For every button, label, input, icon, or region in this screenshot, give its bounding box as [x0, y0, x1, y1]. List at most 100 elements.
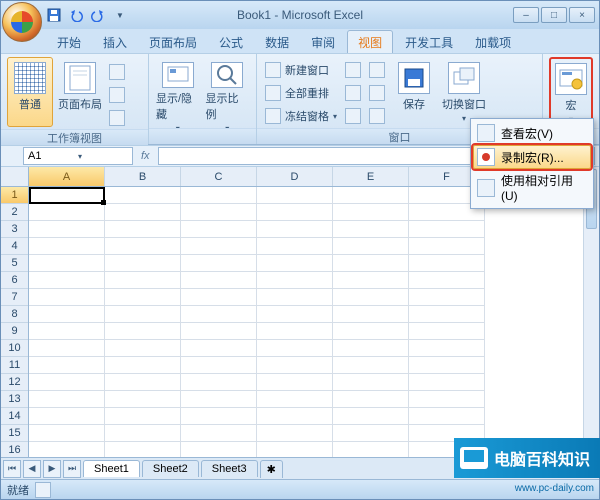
chevron-down-icon: ▾	[462, 114, 466, 123]
tab-pagelayout[interactable]: 页面布局	[139, 31, 207, 53]
tab-review[interactable]: 审阅	[301, 31, 345, 53]
arrange-all-button[interactable]: 全部重排	[263, 82, 339, 104]
close-button[interactable]: ×	[569, 7, 595, 23]
freeze-panes-button[interactable]: 冻结窗格▾	[263, 105, 339, 127]
zoom-icon	[211, 62, 243, 88]
row-header[interactable]: 12	[1, 374, 28, 391]
nav-next-icon[interactable]: ▶	[43, 460, 61, 478]
select-all-corner[interactable]	[1, 167, 28, 187]
sheet-tab[interactable]: Sheet1	[83, 460, 140, 477]
watermark-text: 电脑百科知识	[494, 446, 590, 470]
switch-windows-label: 切换窗口	[442, 96, 486, 112]
normal-view-button[interactable]: 普通	[7, 57, 53, 127]
fx-icon[interactable]: fx	[141, 150, 150, 162]
reset-pos-button[interactable]	[367, 105, 387, 127]
unhide-button[interactable]	[343, 105, 363, 127]
minimize-button[interactable]: –	[513, 7, 539, 23]
view-macros-item[interactable]: 查看宏(V)	[473, 121, 591, 145]
tab-formulas[interactable]: 公式	[209, 31, 253, 53]
sheet-tab[interactable]: Sheet3	[201, 460, 258, 477]
excel-window: ▼ Book1 - Microsoft Excel – □ × 开始 插入 页面…	[0, 0, 600, 500]
tab-home[interactable]: 开始	[47, 31, 91, 53]
group-zoom	[149, 128, 256, 144]
maximize-button[interactable]: □	[541, 7, 567, 23]
office-button[interactable]	[2, 2, 42, 42]
redo-icon[interactable]	[89, 6, 107, 24]
nav-prev-icon[interactable]: ◀	[23, 460, 41, 478]
use-relative-refs-item[interactable]: 使用相对引用(U)	[473, 169, 591, 206]
view-side-button[interactable]	[367, 59, 387, 81]
nav-first-icon[interactable]: ⏮	[3, 460, 21, 478]
fullscreen-button[interactable]	[107, 107, 127, 129]
watermark-icon	[460, 447, 488, 469]
status-bar: 就绪	[1, 479, 599, 499]
showhide-button[interactable]: 显示/隐藏 ▾	[155, 57, 201, 127]
nav-last-icon[interactable]: ⏭	[63, 460, 81, 478]
row-header[interactable]: 5	[1, 255, 28, 272]
row-header[interactable]: 14	[1, 408, 28, 425]
row-header[interactable]: 2	[1, 204, 28, 221]
watermark-url: www.pc-daily.com	[515, 483, 594, 494]
sync-scroll-button[interactable]	[367, 82, 387, 104]
row-header[interactable]: 3	[1, 221, 28, 238]
pagelayout-view-label: 页面布局	[58, 96, 102, 112]
chevron-down-icon: ▾	[78, 152, 128, 161]
name-box[interactable]: A1 ▾	[23, 147, 133, 165]
macro-record-status-icon[interactable]	[35, 482, 51, 498]
record-macro-item[interactable]: 录制宏(R)...	[473, 145, 591, 169]
undo-icon[interactable]	[67, 6, 85, 24]
split-button[interactable]	[343, 59, 363, 81]
hide-icon	[345, 85, 361, 101]
sheet-tab[interactable]: Sheet2	[142, 460, 199, 477]
zoom-label: 显示比例	[206, 90, 250, 122]
name-box-value: A1	[28, 150, 78, 162]
window-title: Book1 - Microsoft Excel	[237, 8, 363, 22]
save-icon[interactable]	[45, 6, 63, 24]
switch-windows-button[interactable]: 切换窗口 ▾	[441, 57, 487, 127]
view-macros-label: 查看宏(V)	[501, 125, 587, 142]
row-header[interactable]: 9	[1, 323, 28, 340]
col-header[interactable]: B	[105, 167, 181, 186]
row-header[interactable]: 10	[1, 340, 28, 357]
tab-view[interactable]: 视图	[347, 30, 393, 53]
page-icon	[64, 62, 96, 94]
macros-button[interactable]: 宏 ▾	[549, 57, 593, 127]
col-header[interactable]: D	[257, 167, 333, 186]
row-header[interactable]: 13	[1, 391, 28, 408]
row-header[interactable]: 1	[1, 187, 28, 204]
new-sheet-button[interactable]: ✱	[260, 460, 283, 478]
row-header[interactable]: 16	[1, 442, 28, 457]
row-header[interactable]: 7	[1, 289, 28, 306]
syncscroll-icon	[369, 85, 385, 101]
cell-grid[interactable]	[29, 187, 599, 457]
col-header[interactable]: C	[181, 167, 257, 186]
row-header[interactable]: 15	[1, 425, 28, 442]
new-window-button[interactable]: 新建窗口	[263, 59, 339, 81]
vertical-scrollbar[interactable]	[583, 167, 599, 457]
freeze-panes-label: 冻结窗格	[285, 108, 329, 124]
row-header[interactable]: 6	[1, 272, 28, 289]
save-workspace-button[interactable]: 保存	[391, 57, 437, 127]
row-headers: 1 2 3 4 5 6 7 8 9 10 11 12 13 14 15 16	[1, 167, 29, 457]
freeze-icon	[265, 108, 281, 124]
unhide-icon	[345, 108, 361, 124]
hide-button[interactable]	[343, 82, 363, 104]
qat-dropdown-icon[interactable]: ▼	[111, 6, 129, 24]
arrange-all-label: 全部重排	[285, 85, 329, 101]
macros-icon	[555, 63, 587, 95]
col-header[interactable]: A	[29, 167, 105, 186]
tab-addins[interactable]: 加载项	[465, 31, 521, 53]
custom-views-button[interactable]	[107, 84, 127, 106]
tab-developer[interactable]: 开发工具	[395, 31, 463, 53]
row-header[interactable]: 8	[1, 306, 28, 323]
zoom-button[interactable]: 显示比例 ▾	[205, 57, 251, 127]
row-header[interactable]: 4	[1, 238, 28, 255]
tab-insert[interactable]: 插入	[93, 31, 137, 53]
col-header[interactable]: E	[333, 167, 409, 186]
pagebreak-preview-button[interactable]	[107, 61, 127, 83]
pagelayout-view-button[interactable]: 页面布局	[57, 57, 103, 127]
normal-view-label: 普通	[19, 96, 41, 112]
row-header[interactable]: 11	[1, 357, 28, 374]
pagebreak-icon	[109, 64, 125, 80]
tab-data[interactable]: 数据	[255, 31, 299, 53]
